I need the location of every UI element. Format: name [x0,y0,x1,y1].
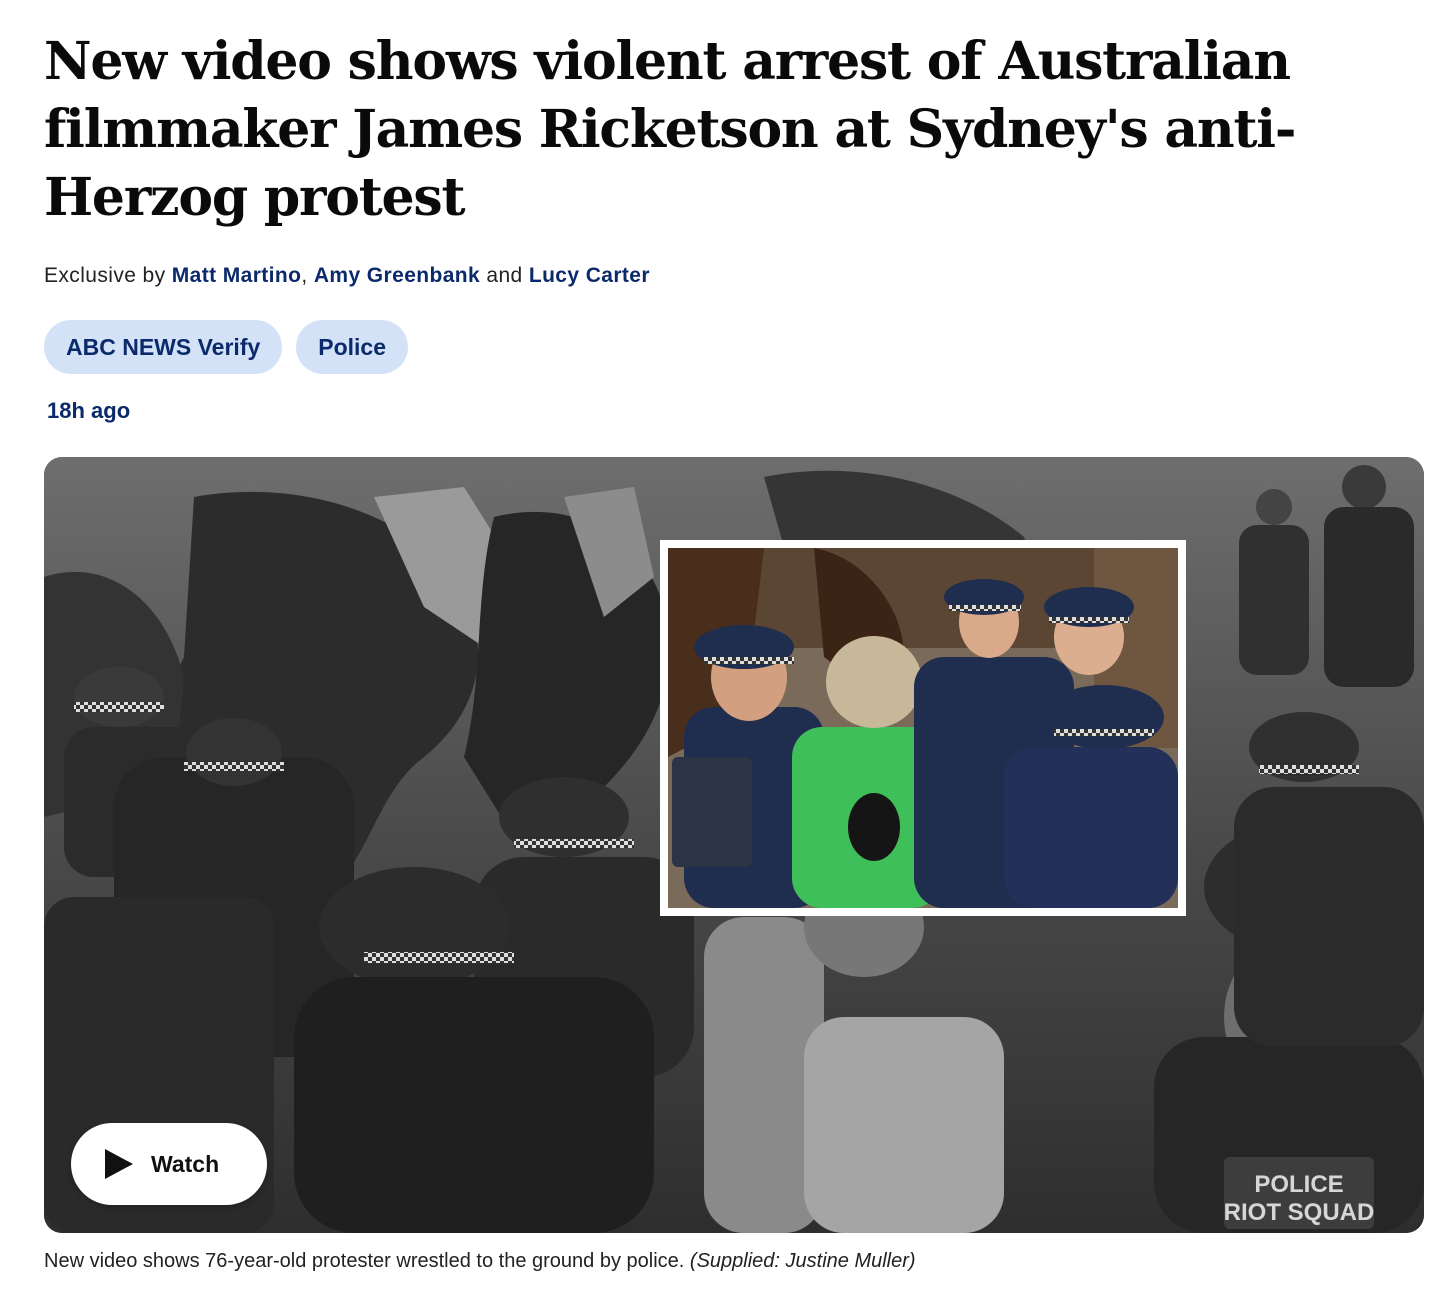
video-player[interactable]: POLICE RIOT SQUAD Watch [44,457,1424,1233]
topic-tags: ABC NEWS Verify Police [44,320,409,374]
vest-text-line2: RIOT SQUAD [1224,1199,1375,1226]
byline-conjunction: and [480,264,529,287]
published-time: 18h ago [47,398,131,423]
watch-button[interactable]: Watch [71,1123,267,1205]
byline: Exclusive by Matt Martino, Amy Greenbank… [44,264,650,288]
author-link-matt-martino[interactable]: Matt Martino [172,264,302,287]
image-caption: New video shows 76-year-old protester wr… [44,1250,916,1273]
author-link-amy-greenbank[interactable]: Amy Greenbank [314,264,480,287]
tag-abc-news-verify[interactable]: ABC NEWS Verify [44,320,283,374]
caption-text: New video shows 76-year-old protester wr… [44,1250,685,1272]
byline-separator: , [301,264,314,287]
article-headline: New video shows violent arrest of Austra… [44,31,1296,228]
tag-police[interactable]: Police [296,320,409,374]
author-link-lucy-carter[interactable]: Lucy Carter [529,264,650,287]
photo-credit: (Supplied: Justine Muller) [689,1250,916,1272]
vest-text-line1: POLICE [1254,1171,1343,1198]
watch-label: Watch [151,1150,220,1177]
video-thumbnail: POLICE RIOT SQUAD [44,457,1424,1233]
inset-color-photo [660,540,1186,916]
play-icon [105,1149,133,1179]
byline-prefix: Exclusive by [44,264,172,287]
